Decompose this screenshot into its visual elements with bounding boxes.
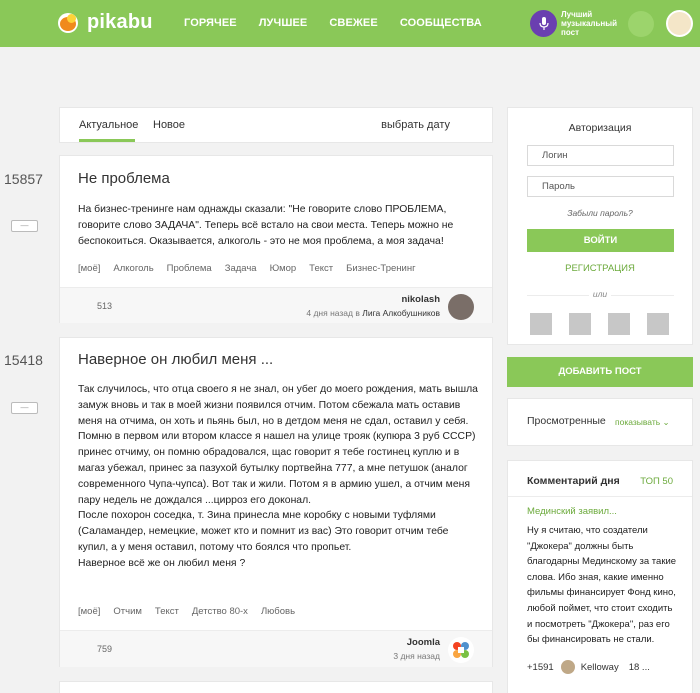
comments-count[interactable]: 513 [97,301,112,311]
comment-of-day-card: Комментарий дня ТОП 50 Мединский заявил.… [507,460,693,693]
add-post-button[interactable]: ДОБАВИТЬ ПОСТ [507,357,693,387]
author-block: nikolash 4 дня назад в Лига Алкобушников [306,294,440,318]
feed-tabs: Актуальное Новое выбрать дату [59,107,493,143]
tag[interactable]: [моё] [78,263,100,274]
comment-text: Ну я считаю, что создатели "Джокера" дол… [527,525,677,646]
forgot-password-link[interactable]: Забыли пароль? [508,208,692,218]
story-card: Наверное он любил меня ... Так случилось… [59,337,493,667]
tag[interactable]: Проблема [167,263,212,274]
story-footer: 759 Joomla 3 дня назад [60,630,492,667]
story-title[interactable]: Наверное он любил меня ... [78,351,273,368]
nav-fresh[interactable]: СВЕЖЕЕ [329,17,377,29]
story-time: 4 дня назад в [306,308,360,318]
nav-hot[interactable]: ГОРЯЧЕЕ [184,17,237,29]
active-tab-indicator [79,139,135,142]
tag[interactable]: [моё] [78,606,100,617]
story-meta: 4 дня назад в Лига Алкобушников [306,308,440,318]
story-body: Так случилось, что отца своего я не знал… [78,384,478,569]
main-nav: ГОРЯЧЕЕ ЛУЧШЕЕ СВЕЖЕЕ СООБЩЕСТВА [184,17,504,29]
story-time: 3 дня назад [393,651,440,661]
microphone-icon [530,10,557,37]
social-login-icon[interactable] [608,313,630,335]
story-card: Не проблема На бизнес-тренинге нам однаж… [59,155,493,323]
joomla-icon[interactable] [448,637,474,663]
chevron-down-icon: ⌄ [662,417,670,427]
tag[interactable]: Текст [309,263,333,274]
or-label: или [588,289,612,299]
divider [508,496,692,497]
tag[interactable]: Бизнес-Тренинг [346,263,415,274]
tag[interactable]: Отчим [113,606,142,617]
comment-of-day-title: Комментарий дня [527,475,620,487]
viewed-toggle[interactable]: показывать ⌄ [615,417,670,428]
social-login-icon[interactable] [647,313,669,335]
comment-rating: +1591 [527,661,554,673]
comment-footer: +1591 Kelloway 18 ... [527,660,650,674]
social-login-icon[interactable] [569,313,591,335]
story-title[interactable]: Не проблема [78,170,170,187]
top-50-link[interactable]: ТОП 50 [640,476,673,487]
downvote-button[interactable]: — [11,402,38,414]
comment-story-link[interactable]: Мединский заявил... [527,506,617,517]
story-card [59,681,493,693]
auth-card: Авторизация Логин Пароль Забыли пароль? … [507,107,693,345]
downvote-button[interactable]: — [11,220,38,232]
comment-time: 18 ... [628,661,650,673]
commenter-name[interactable]: Kelloway [581,662,619,673]
story-rating: 15418 [4,352,43,368]
choose-date-button[interactable]: выбрать дату [381,119,450,131]
password-field[interactable]: Пароль [527,176,674,197]
user-avatar[interactable] [666,10,693,37]
viewed-card: Просмотренные показывать ⌄ [507,398,693,446]
viewed-toggle-label: показывать [615,417,661,427]
story-tags: [моё] Алкоголь Проблема Задача Юмор Текс… [78,263,429,274]
nav-best[interactable]: ЛУЧШЕЕ [259,17,308,29]
pikabu-logo[interactable]: pikabu [58,11,153,34]
login-field[interactable]: Логин [527,145,674,166]
nav-communities[interactable]: СООБЩЕСТВА [400,17,482,29]
header-menu-button[interactable] [628,11,654,37]
commenter-avatar[interactable] [560,660,575,674]
author-name[interactable]: Joomla [393,637,440,648]
social-login-icon[interactable] [530,313,552,335]
login-button[interactable]: ВОЙТИ [527,229,674,252]
tag[interactable]: Детство 80-х [192,606,248,617]
author-block: Joomla 3 дня назад [393,637,440,661]
tab-new[interactable]: Новое [153,119,185,131]
author-name[interactable]: nikolash [306,294,440,305]
tag[interactable]: Задача [225,263,257,274]
tag[interactable]: Любовь [261,606,295,617]
comments-count[interactable]: 759 [97,644,112,654]
pikabu-logo-icon [58,12,78,33]
viewed-label: Просмотренные [527,415,606,427]
tag[interactable]: Алкоголь [113,263,153,274]
music-promo-text: Лучший музыкальный пост [561,10,617,37]
tag[interactable]: Юмор [270,263,297,274]
logo-text: pikabu [87,11,153,33]
story-tags: [моё] Отчим Текст Детство 80-х Любовь [78,606,308,617]
or-separator: или [508,289,692,299]
register-link[interactable]: РЕГИСТРАЦИЯ [508,263,692,274]
community-link[interactable]: Лига Алкобушников [362,308,440,318]
auth-title: Авторизация [568,122,632,134]
story-body: На бизнес-тренинге нам однажды сказали: … [78,204,454,247]
author-avatar[interactable] [448,294,474,320]
story-rating: 15857 [4,171,43,187]
music-promo[interactable]: Лучший музыкальный пост [530,10,621,37]
tab-actual[interactable]: Актуальное [79,119,138,131]
story-footer: 513 nikolash 4 дня назад в Лига Алкобушн… [60,287,492,323]
top-header: pikabu ГОРЯЧЕЕ ЛУЧШЕЕ СВЕЖЕЕ СООБЩЕСТВА … [0,0,700,47]
tag[interactable]: Текст [155,606,179,617]
